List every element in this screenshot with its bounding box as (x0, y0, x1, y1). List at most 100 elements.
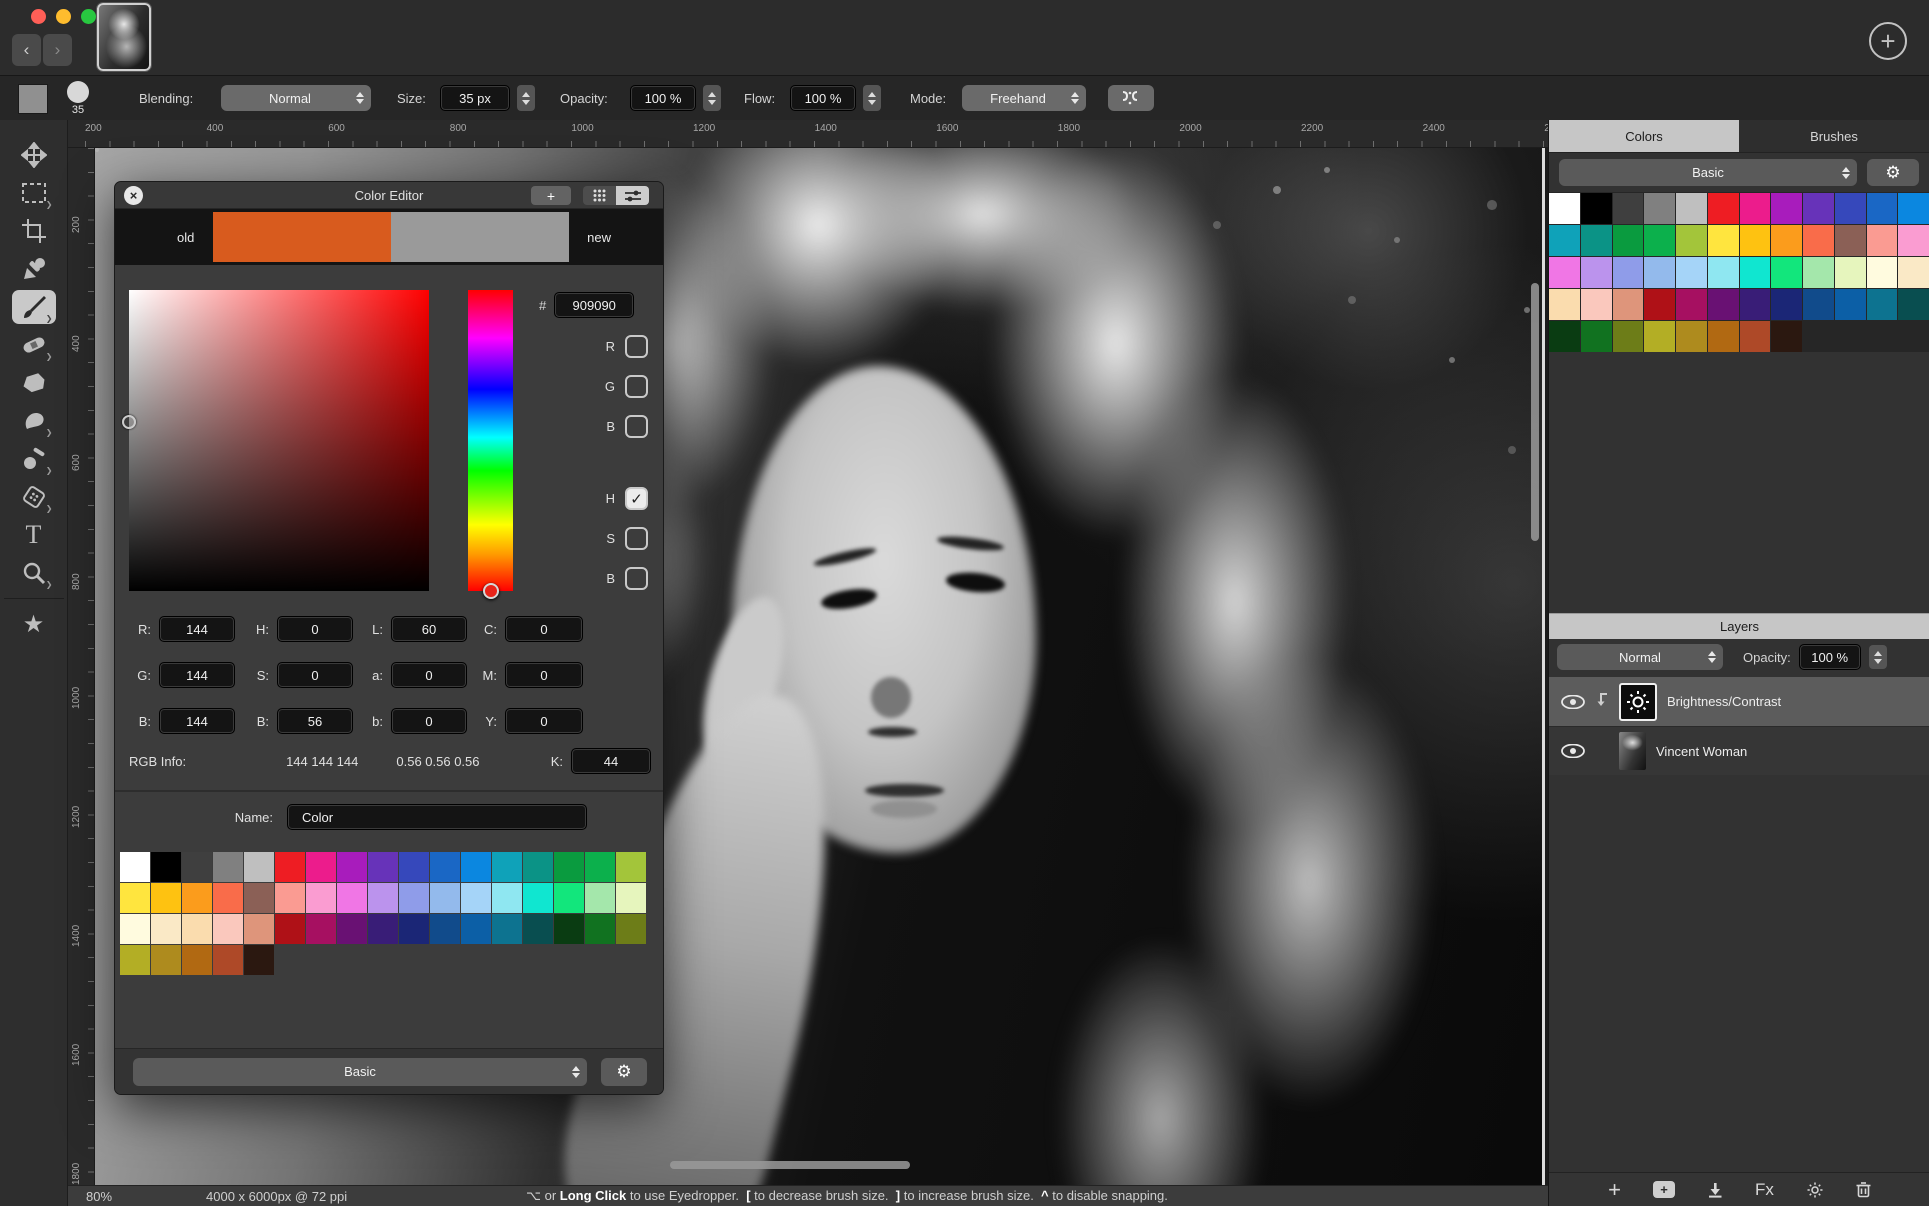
color-swatch[interactable] (1676, 321, 1707, 352)
color-swatch[interactable] (554, 914, 584, 944)
color-swatch[interactable] (1644, 257, 1675, 288)
move-tool[interactable] (12, 138, 56, 172)
color-swatch[interactable] (616, 852, 646, 882)
color-swatch[interactable] (1707, 257, 1739, 288)
color-picker-tool[interactable] (12, 252, 56, 286)
color-swatch[interactable] (1644, 321, 1675, 352)
tab-brushes[interactable]: Brushes (1739, 120, 1929, 152)
layer-opacity-input[interactable]: 100 % (1798, 644, 1861, 670)
color-swatch[interactable] (337, 883, 367, 913)
value-input-b2[interactable]: 56 (277, 708, 353, 734)
color-swatch[interactable] (492, 852, 522, 882)
sliders-view-icon[interactable] (616, 186, 649, 205)
delete-layer-button[interactable] (1856, 1181, 1871, 1198)
color-swatch[interactable] (1676, 257, 1707, 288)
visibility-eye-icon[interactable] (1561, 744, 1585, 758)
color-swatch[interactable] (368, 852, 398, 882)
grid-view-icon[interactable] (583, 186, 616, 205)
color-swatch[interactable] (213, 852, 243, 882)
color-swatch[interactable] (244, 945, 274, 975)
layer-effects-button[interactable]: Fx (1755, 1180, 1774, 1200)
color-swatch[interactable] (1803, 289, 1834, 320)
color-swatch[interactable] (306, 914, 336, 944)
color-swatch[interactable] (151, 852, 181, 882)
color-swatch[interactable] (1898, 289, 1929, 320)
color-swatch[interactable] (585, 852, 615, 882)
color-swatch[interactable] (337, 852, 367, 882)
add-layer-button[interactable]: + (1608, 1177, 1621, 1203)
color-swatch[interactable] (1707, 321, 1739, 352)
color-swatch[interactable] (1549, 193, 1580, 224)
close-dialog-icon[interactable]: × (124, 186, 143, 205)
color-swatch[interactable] (461, 852, 491, 882)
color-swatch[interactable] (1866, 225, 1898, 256)
color-swatch[interactable] (1739, 193, 1771, 224)
color-swatch[interactable] (1644, 225, 1675, 256)
color-swatch[interactable] (244, 883, 274, 913)
value-input-a[interactable]: 0 (391, 662, 467, 688)
color-swatch[interactable] (1612, 289, 1644, 320)
color-swatch[interactable] (1644, 289, 1675, 320)
color-swatch[interactable] (151, 883, 181, 913)
color-swatch[interactable] (554, 852, 584, 882)
color-swatch[interactable] (399, 852, 429, 882)
color-swatch[interactable] (182, 852, 212, 882)
value-input-s[interactable]: 0 (277, 662, 353, 688)
color-swatch[interactable] (182, 914, 212, 944)
color-swatch[interactable] (1612, 225, 1644, 256)
visibility-eye-icon[interactable] (1561, 694, 1585, 709)
palette-category-dropdown[interactable]: Basic (1559, 159, 1857, 186)
channel-checkbox-b2[interactable] (625, 567, 648, 590)
color-swatch[interactable] (616, 883, 646, 913)
blend-mode-dropdown[interactable]: Normal (1557, 644, 1723, 670)
color-swatch[interactable] (1834, 289, 1866, 320)
color-swatch[interactable] (1803, 193, 1834, 224)
color-swatch[interactable] (1580, 257, 1612, 288)
color-swatch[interactable] (306, 852, 336, 882)
color-swatch[interactable] (492, 883, 522, 913)
channel-checkbox-r[interactable] (625, 335, 648, 358)
channel-checkbox-s[interactable] (625, 527, 648, 550)
layer-opacity-stepper[interactable] (1868, 645, 1887, 669)
color-swatch[interactable] (182, 945, 212, 975)
color-swatch[interactable] (523, 883, 553, 913)
channel-checkbox-h[interactable]: ✓ (625, 487, 648, 510)
layer-row-brightness-contrast[interactable]: Brightness/Contrast (1549, 677, 1929, 726)
color-swatch[interactable] (120, 852, 150, 882)
color-swatch[interactable] (399, 914, 429, 944)
minimize-window-button[interactable] (56, 9, 71, 24)
value-input-r[interactable]: 144 (159, 616, 235, 642)
close-window-button[interactable] (31, 9, 46, 24)
color-swatch[interactable] (213, 914, 243, 944)
color-swatch[interactable] (368, 914, 398, 944)
color-swatch[interactable] (1612, 193, 1644, 224)
color-swatch[interactable] (1676, 225, 1707, 256)
saturation-brightness-square[interactable] (129, 290, 429, 591)
color-swatch[interactable] (1580, 225, 1612, 256)
crop-tool[interactable] (12, 214, 56, 248)
color-swatch[interactable] (213, 945, 243, 975)
color-swatch[interactable] (1739, 225, 1771, 256)
layer-thumbnail[interactable] (1619, 732, 1646, 770)
color-swatch[interactable] (1612, 321, 1644, 352)
color-swatch[interactable] (1898, 193, 1929, 224)
value-input-h[interactable]: 0 (277, 616, 353, 642)
color-swatch[interactable] (1771, 193, 1802, 224)
color-swatch[interactable] (1580, 193, 1612, 224)
color-swatch[interactable] (1771, 257, 1802, 288)
vertical-scrollbar[interactable] (1531, 283, 1539, 541)
color-swatch[interactable] (1707, 193, 1739, 224)
merge-down-button[interactable] (1707, 1182, 1723, 1198)
channel-checkbox-b[interactable] (625, 415, 648, 438)
mode-dropdown[interactable]: Freehand (962, 85, 1086, 111)
color-swatch[interactable] (1580, 289, 1612, 320)
document-thumbnail[interactable] (96, 2, 152, 72)
flow-input[interactable]: 100 % (790, 85, 856, 111)
hue-slider[interactable] (468, 290, 513, 591)
tab-colors[interactable]: Colors (1549, 120, 1739, 152)
eraser-tool[interactable] (12, 366, 56, 400)
value-input-y[interactable]: 0 (505, 708, 583, 734)
color-swatch[interactable] (1676, 193, 1707, 224)
color-swatch[interactable] (1866, 289, 1898, 320)
color-swatch[interactable] (1771, 225, 1802, 256)
